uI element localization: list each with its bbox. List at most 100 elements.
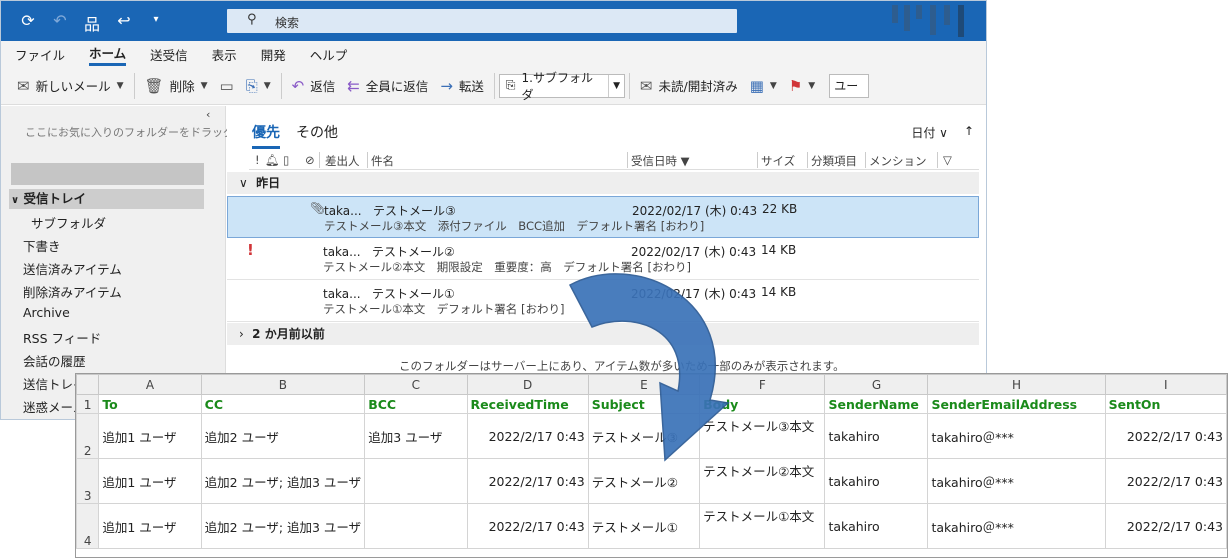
item-type-icon[interactable]: ▯ [283,153,289,167]
delete-button[interactable]: 🗑 削除 ▼ [139,72,214,100]
tab-home[interactable]: ホーム [89,43,127,66]
cell-received[interactable]: 2022/2/17 0:43 [466,458,589,504]
expand-chevron-icon[interactable]: ∨ [11,195,19,206]
col-letter-e[interactable]: E [587,374,701,395]
col-received[interactable]: 受信日時 ▼ [631,153,690,169]
cell-bcc[interactable] [364,458,468,504]
sidebar-item-rss[interactable]: RSS フィード [23,328,101,347]
move-button[interactable]: ⎘ ▼ [240,72,277,100]
group-header-yesterday[interactable]: ∨ 昨日 [227,172,979,194]
cell-sender[interactable]: takahiro [824,503,929,549]
unread-read-button[interactable]: ✉ 未読/開封済み [634,72,744,100]
forward-button[interactable]: → 転送 [434,72,490,100]
cell-cc[interactable]: 追加2 ユーザ; 追加3 ユーザ [200,503,366,549]
reply-all-button[interactable]: ⇇ 全員に返信 [341,72,434,100]
header-cell-received[interactable]: ReceivedTime [466,394,589,414]
col-category[interactable]: 分類項目 [811,153,857,169]
col-letter-b[interactable]: B [200,374,366,395]
mail-row-3[interactable]: taka... テストメール① テストメール①本文 デフォルト署名 [おわり] … [227,280,979,322]
archive-button[interactable]: ▭ [214,72,240,100]
sidebar-item-sent[interactable]: 送信済みアイテム [23,259,122,278]
cell-bcc[interactable] [364,503,468,549]
tab-file[interactable]: ファイル [15,45,65,64]
reminder-bell-icon[interactable]: 🔔︎ [265,153,280,167]
col-subject[interactable]: 件名 [371,153,394,169]
cell-body[interactable]: テストメール①本文 [699,503,826,549]
cell-to[interactable]: 追加1 ユーザ [98,503,202,549]
col-letter-h[interactable]: H [927,374,1106,395]
cell-to[interactable]: 追加1 ユーザ [98,458,202,504]
categorize-button[interactable]: ▦ ▼ [744,72,783,100]
row-number[interactable]: 4 [76,503,100,549]
cell-email[interactable]: takahiro＠*** [927,503,1106,549]
customize-icon[interactable]: ▾ [147,11,165,35]
chevron-down-icon[interactable]: ▼ [608,74,624,97]
col-letter-a[interactable]: A [98,374,202,395]
cell-senton[interactable]: 2022/2/17 0:43 [1104,413,1227,459]
sort-direction-icon[interactable]: ↑ [964,124,974,141]
header-cell-to[interactable]: To [98,394,202,414]
group-header-older[interactable]: › 2 か月前以前 [227,323,979,345]
org-chart-icon[interactable]: 品 [83,11,101,35]
cell-to[interactable]: 追加1 ユーザ [98,413,202,459]
cell-senton[interactable]: 2022/2/17 0:43 [1104,458,1227,504]
col-mention[interactable]: メンション [869,153,927,169]
cell-sender[interactable]: takahiro [824,458,929,504]
chevron-down-icon[interactable]: ▼ [201,81,208,91]
move-folder-select[interactable]: ⎘ 1.サブフォルダ ▼ [498,71,625,102]
reply-button[interactable]: ↶ 返信 [286,72,342,100]
row-number[interactable]: 1 [76,394,100,414]
new-mail-button[interactable]: ✉ 新しいメール ▼ [11,72,130,100]
sidebar-item-inbox[interactable]: ∨ 受信トレイ [9,189,204,209]
header-cell-bcc[interactable]: BCC [364,394,468,414]
sidebar-item-archive[interactable]: Archive [23,305,70,320]
search-people-input[interactable]: ユーザ [829,73,870,98]
chevron-down-icon[interactable]: ▼ [117,81,124,91]
col-letter-f[interactable]: F [699,374,826,395]
header-cell-sender[interactable]: SenderName [824,394,929,414]
collapse-chevron-icon[interactable]: ∨ [239,176,248,190]
reply-icon[interactable]: ↩ [115,11,133,35]
filter-icon[interactable]: ▽ [943,153,952,167]
cell-bcc[interactable]: 追加3 ユーザ [364,413,468,459]
tab-focused[interactable]: 優先 [252,122,280,149]
account-header[interactable] [11,163,204,185]
cell-sender[interactable]: takahiro [824,413,929,459]
mail-row-1[interactable]: 📎︎ taka... テストメール③ テストメール③本文 添付ファイル BCC追… [227,196,979,238]
header-cell-senton[interactable]: SentOn [1104,394,1227,414]
select-all-corner[interactable] [76,374,100,395]
mail-row-2[interactable]: ! taka... テストメール② テストメール②本文 期限設定 重要度：高 デ… [227,238,979,280]
sidebar-item-drafts[interactable]: 下書き [23,236,61,255]
sort-by-date-dropdown[interactable]: 日付 ∨ [911,124,948,141]
col-letter-i[interactable]: I [1104,374,1227,395]
col-letter-c[interactable]: C [364,374,468,395]
col-importance[interactable]: ! [255,153,260,167]
cell-email[interactable]: takahiro＠*** [927,458,1106,504]
col-from[interactable]: 差出人 [325,153,360,169]
undo-icon[interactable]: ↶ [51,11,69,35]
col-size[interactable]: サイズ [761,153,795,169]
row-number[interactable]: 2 [76,413,100,459]
tab-send-receive[interactable]: 送受信 [150,45,188,64]
sidebar-item-subfolder[interactable]: サブフォルダ [31,213,106,232]
col-letter-d[interactable]: D [466,374,589,395]
cell-senton[interactable]: 2022/2/17 0:43 [1104,503,1227,549]
col-letter-g[interactable]: G [824,374,929,395]
header-cell-body[interactable]: Body [699,394,826,414]
tab-help[interactable]: ヘルプ [310,45,348,64]
sidebar-item-deleted[interactable]: 削除済みアイテム [23,282,122,301]
cell-cc[interactable]: 追加2 ユーザ; 追加3 ユーザ [200,458,366,504]
cell-subject[interactable]: テストメール② [587,458,701,504]
sync-icon[interactable]: ⟳ [19,11,37,35]
tab-developer[interactable]: 開発 [261,45,286,64]
cell-cc[interactable]: 追加2 ユーザ [200,413,366,459]
cell-email[interactable]: takahiro＠*** [927,413,1106,459]
cell-body[interactable]: テストメール③本文 [699,413,826,459]
tab-view[interactable]: 表示 [212,45,237,64]
row-number[interactable]: 3 [76,458,100,504]
chevron-down-icon[interactable]: ▼ [770,81,777,91]
flag-button[interactable]: ⚑ ▼ [783,72,821,100]
chevron-down-icon[interactable]: ▼ [264,81,271,91]
attachment-col-icon[interactable]: ⊘ [305,153,315,167]
sidebar-item-conversation-history[interactable]: 会話の履歴 [23,351,86,370]
